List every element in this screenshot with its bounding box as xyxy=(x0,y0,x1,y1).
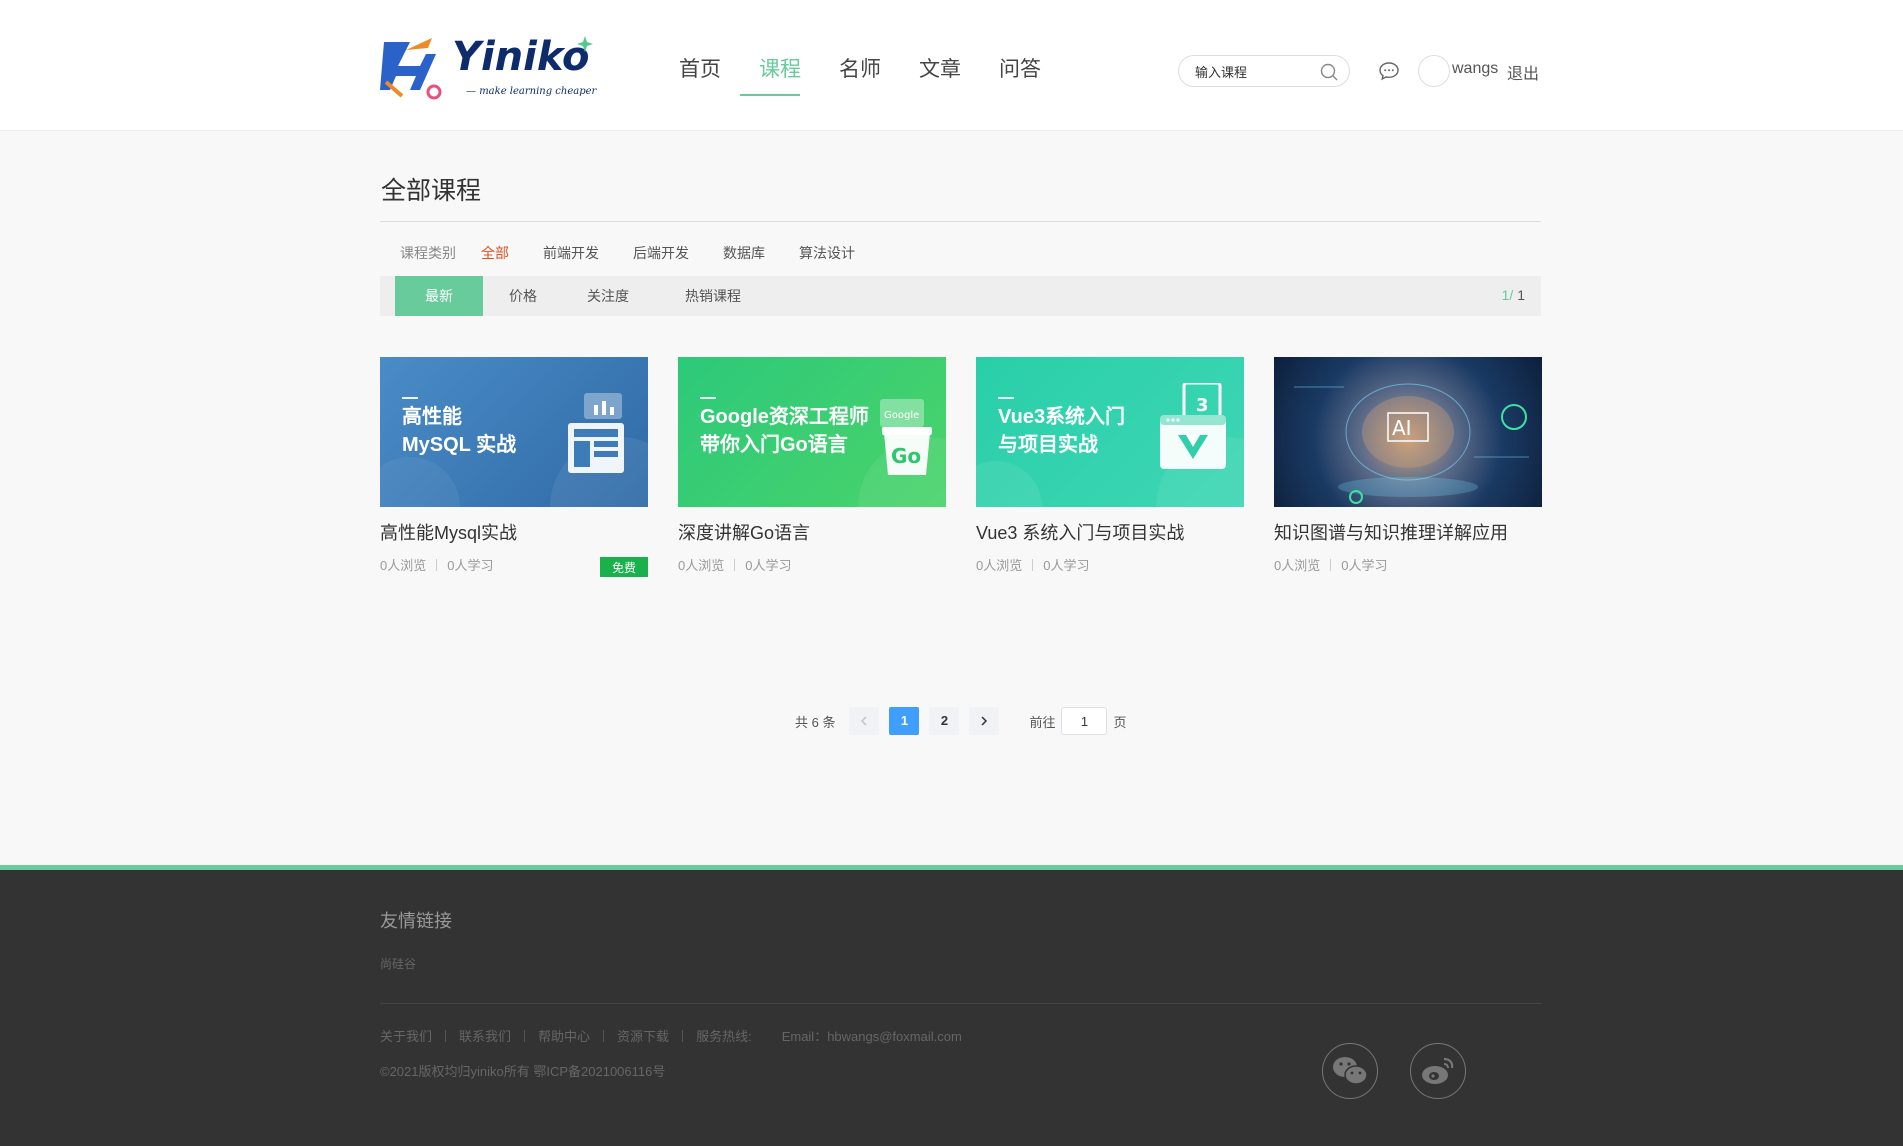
avatar[interactable] xyxy=(1418,55,1450,87)
course-card[interactable]: AI 知识图谱与知识推理详解应用 0人浏览 0人学习 xyxy=(1274,357,1542,587)
layout-icon xyxy=(568,393,624,473)
weibo-icon xyxy=(1422,1057,1454,1084)
course-views: 0人浏览 xyxy=(380,558,427,573)
course-card[interactable]: 高性能 MySQL 实战 高性能Mysql实战 0人浏览 0人学习 免费 xyxy=(380,357,648,587)
sort-bestseller[interactable]: 热销课程 xyxy=(673,276,753,316)
course-cover[interactable]: Vue3系统入门 与项目实战 3 xyxy=(976,357,1244,507)
course-views: 0人浏览 xyxy=(678,558,725,573)
course-learners: 0人学习 xyxy=(447,558,494,573)
main-nav: 首页 课程 名师 文章 问答 xyxy=(660,50,1060,100)
page-button-1[interactable]: 1 xyxy=(889,707,920,735)
course-views: 0人浏览 xyxy=(1274,558,1321,573)
course-card[interactable]: Vue3系统入门 与项目实战 3 Vue3 系统入门与项目实战 0人浏览 0人学… xyxy=(976,357,1244,587)
friend-links-title: 友情链接 xyxy=(380,911,452,931)
course-stats: 0人浏览 0人学习 xyxy=(1274,555,1542,574)
divider xyxy=(380,221,1541,222)
category-all[interactable]: 全部 xyxy=(481,243,509,263)
category-frontend[interactable]: 前端开发 xyxy=(543,243,599,263)
footer-links: 关于我们 联系我们 帮助中心 资源下载 服务热线: Email：hbwangs@… xyxy=(380,1026,962,1045)
message-icon[interactable] xyxy=(1378,61,1400,81)
friend-link[interactable]: 尚硅谷 xyxy=(380,955,416,972)
course-learners: 0人学习 xyxy=(745,558,792,573)
site-header: Yiniko — make learning cheaper — 首页 课程 名… xyxy=(0,0,1903,131)
goto-label: 前往 xyxy=(1029,714,1056,730)
course-views: 0人浏览 xyxy=(976,558,1023,573)
nav-item-articles[interactable]: 文章 xyxy=(900,50,980,100)
prev-page-button[interactable] xyxy=(849,707,880,735)
sort-bar: 最新 价格 关注度 热销课程 1/ 1 xyxy=(380,276,1541,316)
site-footer: 友情链接 尚硅谷 关于我们 联系我们 帮助中心 资源下载 服务热线: Email… xyxy=(0,865,1903,1146)
svg-text:AI: AI xyxy=(1392,416,1412,440)
nav-active-indicator xyxy=(740,94,800,96)
course-title[interactable]: 知识图谱与知识推理详解应用 xyxy=(1274,519,1542,545)
course-cover[interactable]: 高性能 MySQL 实战 xyxy=(380,357,648,507)
goto-page-input[interactable] xyxy=(1061,707,1108,735)
course-search xyxy=(1178,55,1350,87)
course-cover-text: Google资深工程师 带你入门Go语言 xyxy=(700,406,869,456)
category-label: 课程类别 xyxy=(400,245,456,261)
page-counter: 1/ 1 xyxy=(1501,287,1525,303)
sort-popularity[interactable]: 关注度 xyxy=(573,276,643,316)
svg-text:3: 3 xyxy=(1196,395,1209,416)
wechat-icon xyxy=(1333,1057,1368,1085)
ai-brain-illustration: AI xyxy=(1294,383,1529,504)
svg-text:Yiniko: Yiniko xyxy=(452,34,590,80)
free-badge: 免费 xyxy=(600,557,648,577)
course-cover-text: 高性能 MySQL 实战 xyxy=(402,406,517,456)
course-title[interactable]: 高性能Mysql实战 xyxy=(380,519,648,545)
category-database[interactable]: 数据库 xyxy=(723,243,765,263)
svg-text:Go: Go xyxy=(891,444,921,468)
copyright: ©2021版权均归yiniko所有 鄂ICP备2021006116号 xyxy=(380,1064,666,1079)
footer-hotline: 服务热线: xyxy=(696,1029,752,1044)
footer-link-help[interactable]: 帮助中心 xyxy=(538,1026,590,1045)
category-algorithm[interactable]: 算法设计 xyxy=(799,243,855,263)
pagination-total: 共 6 条 xyxy=(795,714,836,730)
footer-link-about[interactable]: 关于我们 xyxy=(380,1026,432,1045)
category-backend[interactable]: 后端开发 xyxy=(633,243,689,263)
course-stats: 0人浏览 0人学习 xyxy=(976,555,1244,574)
gopher-bag-icon: Google Go xyxy=(880,399,932,475)
category-filter: 课程类别 全部 前端开发 后端开发 数据库 算法设计 xyxy=(380,238,855,268)
nav-item-qa[interactable]: 问答 xyxy=(980,50,1060,100)
vue-window-icon: 3 xyxy=(1160,383,1226,469)
course-card[interactable]: Google资深工程师 带你入门Go语言 Google Go 深度讲解Go语言 … xyxy=(678,357,946,587)
course-stats: 0人浏览 0人学习 xyxy=(678,555,946,574)
yiniko-logo[interactable]: Yiniko — make learning cheaper — xyxy=(380,32,600,104)
svg-text:Google: Google xyxy=(884,410,919,421)
sort-newest[interactable]: 最新 xyxy=(395,276,483,316)
nav-item-courses[interactable]: 课程 xyxy=(740,50,820,100)
course-cover-text: Vue3系统入门 与项目实战 xyxy=(998,406,1126,456)
page-title: 全部课程 xyxy=(381,177,482,205)
chevron-right-icon xyxy=(981,716,988,726)
weibo-button[interactable] xyxy=(1410,1043,1466,1099)
course-title[interactable]: Vue3 系统入门与项目实战 xyxy=(976,519,1244,545)
course-learners: 0人学习 xyxy=(1341,558,1388,573)
page-button-2[interactable]: 2 xyxy=(929,707,960,735)
search-input[interactable] xyxy=(1195,63,1315,81)
course-cover[interactable]: AI xyxy=(1274,357,1542,507)
next-page-button[interactable] xyxy=(969,707,1000,735)
wechat-button[interactable] xyxy=(1322,1043,1378,1099)
page-unit-label: 页 xyxy=(1113,714,1127,730)
footer-link-downloads[interactable]: 资源下载 xyxy=(617,1026,669,1045)
search-icon[interactable] xyxy=(1319,62,1339,82)
nav-item-teachers[interactable]: 名师 xyxy=(820,50,900,100)
course-list: 高性能 MySQL 实战 高性能Mysql实战 0人浏览 0人学习 免费 Goo… xyxy=(380,357,1542,587)
course-cover[interactable]: Google资深工程师 带你入门Go语言 Google Go xyxy=(678,357,946,507)
nav-item-home[interactable]: 首页 xyxy=(660,50,740,100)
course-title[interactable]: 深度讲解Go语言 xyxy=(678,519,946,545)
course-learners: 0人学习 xyxy=(1043,558,1090,573)
svg-text:— make learning cheaper —: — make learning cheaper — xyxy=(466,86,600,97)
chevron-left-icon xyxy=(861,716,867,726)
user-name[interactable]: wangs xyxy=(1452,60,1498,78)
logout-link[interactable]: 退出 xyxy=(1507,60,1539,84)
footer-link-contact[interactable]: 联系我们 xyxy=(459,1026,511,1045)
page-counter-total: 1 xyxy=(1517,287,1525,303)
sort-price[interactable]: 价格 xyxy=(493,276,553,316)
divider xyxy=(380,1003,1541,1004)
pagination: 共 6 条 1 2 前往 页 xyxy=(795,707,1127,735)
footer-email: Email：hbwangs@foxmail.com xyxy=(781,1029,962,1044)
